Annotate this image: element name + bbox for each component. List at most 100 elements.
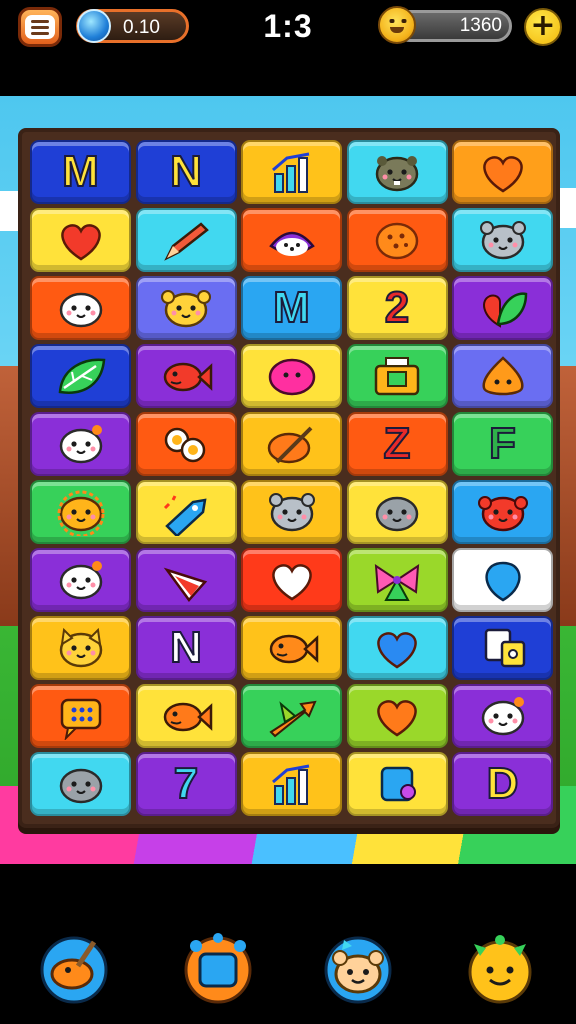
rocket-icon: [163, 495, 207, 536]
fish-icon: [163, 362, 213, 392]
tile[interactable]: [346, 684, 448, 748]
add-coins-button[interactable]: +: [524, 8, 562, 46]
paintbrush-icon: [267, 426, 312, 464]
tile[interactable]: 7: [135, 752, 237, 816]
tile[interactable]: [452, 276, 553, 340]
ghost-face-icon: [481, 697, 524, 736]
tile[interactable]: 2: [346, 276, 448, 340]
tile[interactable]: [241, 684, 342, 748]
bar-chart-icon: [271, 152, 309, 193]
tile-letter: F: [488, 419, 517, 468]
menu-icon: [25, 15, 55, 39]
tile[interactable]: [241, 140, 342, 204]
tile[interactable]: [452, 684, 553, 748]
cookie-icon: [375, 222, 419, 260]
blue-square-icon: [184, 933, 252, 1004]
tile[interactable]: N: [135, 140, 237, 204]
tile[interactable]: [241, 616, 342, 680]
tile[interactable]: [241, 208, 342, 272]
tile-letter: N: [169, 623, 203, 672]
tile-letter: 7: [173, 759, 200, 808]
tile[interactable]: [135, 684, 237, 748]
tile[interactable]: [241, 344, 342, 408]
tile-letter: M: [61, 147, 100, 196]
tile[interactable]: [30, 344, 131, 408]
arrow-icon: [268, 700, 317, 738]
top-bar: 0.10 1:3 1360 +: [0, 0, 576, 96]
tile[interactable]: [346, 752, 448, 816]
hamster-face-icon: [375, 156, 419, 192]
tile[interactable]: [346, 208, 448, 272]
tile-letter: N: [169, 147, 203, 196]
tile[interactable]: [452, 480, 553, 544]
seal-gray-icon: [59, 768, 102, 804]
tile[interactable]: [30, 480, 131, 544]
radio-icon: [374, 357, 420, 396]
smiley-button[interactable]: [464, 932, 536, 1004]
cat-face-icon: [268, 231, 315, 256]
tile[interactable]: M: [30, 140, 131, 204]
shape-button[interactable]: [182, 932, 254, 1004]
tile[interactable]: [346, 140, 448, 204]
tile[interactable]: [30, 276, 131, 340]
menu-button[interactable]: [18, 7, 62, 47]
seal-face-icon: [59, 292, 102, 328]
crab-face-icon: [477, 496, 528, 532]
tile[interactable]: [452, 548, 553, 612]
tile[interactable]: [346, 616, 448, 680]
leaf-icon: [58, 358, 105, 394]
tile[interactable]: D: [452, 752, 553, 816]
tile[interactable]: [135, 480, 237, 544]
tile[interactable]: [452, 616, 553, 680]
tile[interactable]: [241, 548, 342, 612]
tile[interactable]: [346, 548, 448, 612]
tile[interactable]: [30, 752, 131, 816]
tile[interactable]: [135, 548, 237, 612]
tile[interactable]: [346, 344, 448, 408]
coin-icon: [378, 6, 416, 44]
dice-icon: [484, 628, 525, 668]
tile[interactable]: [30, 412, 131, 476]
bear-face-icon: [161, 290, 211, 328]
gem-icon: [77, 9, 111, 43]
mouse-face-icon: [268, 493, 315, 532]
bow-icon: [374, 564, 420, 601]
tile[interactable]: M: [241, 276, 342, 340]
tile[interactable]: [452, 208, 553, 272]
tile[interactable]: [135, 208, 237, 272]
mouse-face-icon: [479, 221, 526, 260]
tile[interactable]: [452, 344, 553, 408]
blob-icon: [268, 358, 315, 396]
drop-face-icon: [481, 356, 524, 396]
tile-letter: M: [272, 283, 311, 332]
tile[interactable]: [30, 684, 131, 748]
bar-chart-icon: [271, 764, 309, 805]
leaf-heart-icon: [482, 292, 527, 328]
ghost-face-icon: [59, 425, 102, 464]
tile[interactable]: F: [452, 412, 553, 476]
ghost-face-icon: [59, 561, 102, 600]
tile[interactable]: [135, 344, 237, 408]
bear-button[interactable]: [322, 932, 394, 1004]
tile[interactable]: N: [135, 616, 237, 680]
tile[interactable]: [241, 480, 342, 544]
tile[interactable]: [346, 480, 448, 544]
tile[interactable]: [30, 208, 131, 272]
tile[interactable]: [30, 616, 131, 680]
paint-button[interactable]: [38, 932, 110, 1004]
tile[interactable]: [452, 140, 553, 204]
tile[interactable]: [241, 752, 342, 816]
tile[interactable]: [241, 412, 342, 476]
tile[interactable]: [135, 276, 237, 340]
heart-icon: [271, 564, 312, 601]
level-indicator: 1:3: [263, 8, 313, 44]
smiley-icon: [468, 935, 532, 1004]
gem-count: 0.10: [123, 17, 160, 38]
tile[interactable]: [30, 548, 131, 612]
gem-counter: 0.10: [76, 9, 189, 43]
tile-letter: 2: [384, 283, 411, 332]
tile[interactable]: [135, 412, 237, 476]
fish-icon: [163, 702, 213, 732]
bottom-bar: [0, 864, 576, 1024]
tile[interactable]: Z: [346, 412, 448, 476]
